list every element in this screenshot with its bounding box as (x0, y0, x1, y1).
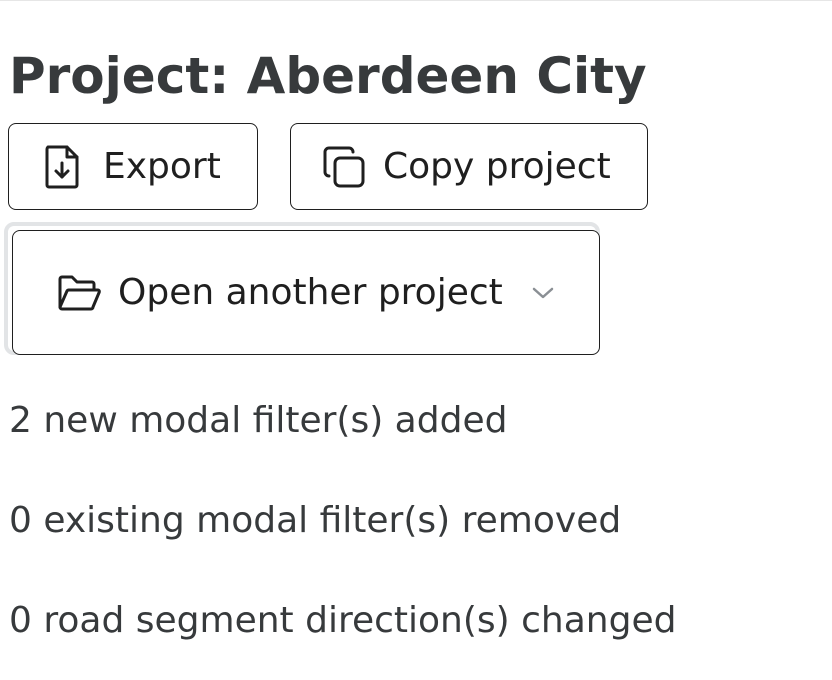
chevron-down-icon (531, 285, 555, 301)
folder-open-icon (56, 273, 102, 313)
export-button-label: Export (103, 146, 221, 187)
copy-project-button-label: Copy project (383, 146, 611, 187)
page-title: Project: Aberdeen City (9, 47, 647, 105)
stat-filters-added: 2 new modal filter(s) added (9, 400, 508, 441)
stat-filters-removed: 0 existing modal filter(s) removed (9, 500, 622, 541)
copy-project-button[interactable]: Copy project (290, 123, 648, 210)
open-another-project-select[interactable]: Open another project (12, 230, 600, 355)
export-button[interactable]: Export (8, 123, 258, 210)
open-project-focus-ring: Open another project (4, 222, 600, 355)
file-download-icon (42, 143, 82, 191)
top-divider (0, 0, 832, 1)
stat-directions-changed: 0 road segment direction(s) changed (9, 600, 677, 641)
copy-icon (321, 144, 367, 190)
open-another-project-label: Open another project (118, 272, 503, 313)
